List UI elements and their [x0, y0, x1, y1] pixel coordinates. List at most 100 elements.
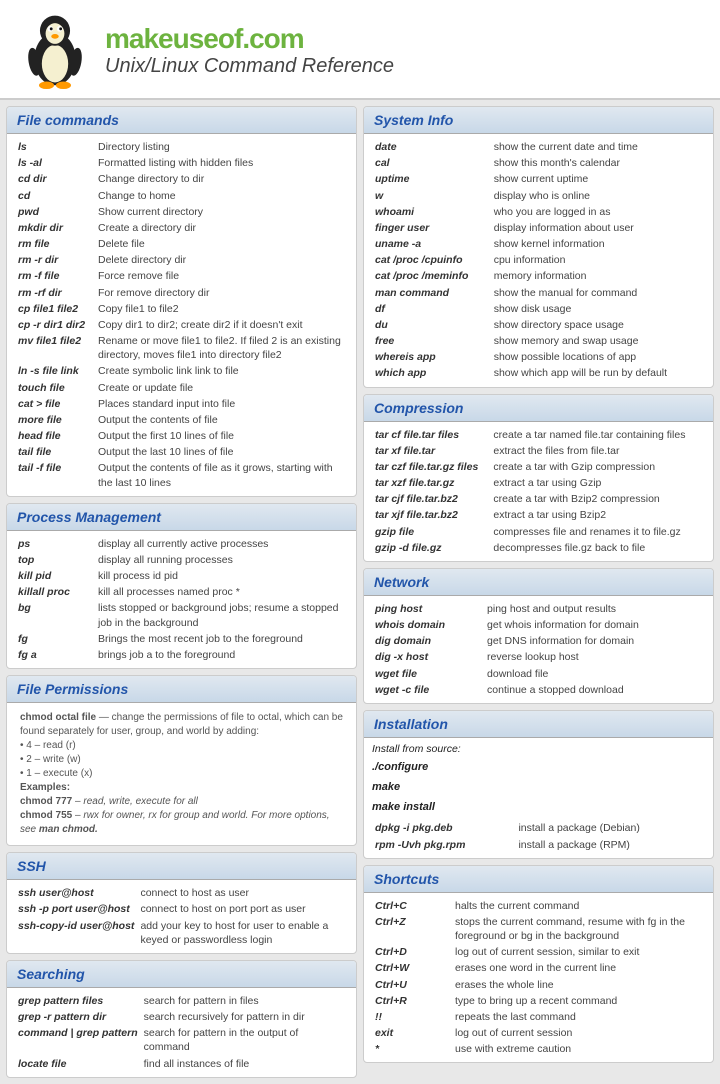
table-row: head fileOutput the first 10 lines of fi… [15, 428, 348, 444]
table-row: freeshow memory and swap usage [372, 333, 705, 349]
cmd-cell: tar cjf file.tar.bz2 [372, 491, 490, 507]
shortcuts-section: Shortcuts Ctrl+Chalts the current comman… [363, 865, 714, 1064]
cmd-cell: man command [372, 285, 491, 301]
system-info-body: dateshow the current date and timecalsho… [364, 134, 713, 387]
file-commands-section: File commands lsDirectory listingls -alF… [6, 106, 357, 497]
cmd-cell: cd dir [15, 171, 95, 187]
desc-cell: kill process id pid [95, 568, 348, 584]
searching-section: Searching grep pattern filessearch for p… [6, 960, 357, 1078]
cmd-cell: rm -f file [15, 268, 95, 284]
desc-cell: create a tar named file.tar containing f… [490, 427, 705, 443]
cmd-cell: rm file [15, 236, 95, 252]
cmd-cell: ps [15, 536, 95, 552]
logo-area [20, 10, 90, 90]
table-row: grep -r pattern dirsearch recursively fo… [15, 1009, 348, 1025]
table-row: rpm -Uvh pkg.rpminstall a package (RPM) [372, 837, 705, 853]
table-row: ssh -p port user@hostconnect to host on … [15, 901, 348, 917]
table-row: wdisplay who is online [372, 188, 705, 204]
tux-icon [20, 10, 90, 90]
cmd-cell: grep pattern files [15, 993, 141, 1009]
file-permissions-header: File Permissions [7, 676, 356, 703]
desc-cell: brings job a to the foreground [95, 647, 348, 663]
table-row: kill pidkill process id pid [15, 568, 348, 584]
table-row: *use with extreme caution [372, 1041, 705, 1057]
cmd-cell: locate file [15, 1056, 141, 1072]
cmd-cell: Ctrl+C [372, 898, 452, 914]
desc-cell: search recursively for pattern in dir [141, 1009, 348, 1025]
cmd-cell: whois domain [372, 617, 484, 633]
table-row: killall prockill all processes named pro… [15, 584, 348, 600]
desc-cell: extract a tar using Bzip2 [490, 507, 705, 523]
desc-cell: ping host and output results [484, 601, 705, 617]
desc-cell: download file [484, 666, 705, 682]
cmd-cell: du [372, 317, 491, 333]
table-row: ls -alFormatted listing with hidden file… [15, 155, 348, 171]
shortcuts-table: Ctrl+Chalts the current commandCtrl+Zsto… [372, 898, 705, 1058]
header-text: makeuseof.com Unix/Linux Command Referen… [105, 23, 700, 78]
desc-cell: display information about user [491, 220, 705, 236]
desc-cell: add your key to host for user to enable … [137, 918, 348, 948]
desc-cell: show kernel information [491, 236, 705, 252]
desc-cell: display who is online [491, 188, 705, 204]
cmd-cell: Ctrl+Z [372, 914, 452, 944]
compression-table: tar cf file.tar filescreate a tar named … [372, 427, 705, 556]
cmd-cell: rpm -Uvh pkg.rpm [372, 837, 515, 853]
desc-cell: continue a stopped download [484, 682, 705, 698]
table-row: tar xzf file.tar.gzextract a tar using G… [372, 475, 705, 491]
compression-header: Compression [364, 395, 713, 422]
desc-cell: Create or update file [95, 380, 348, 396]
desc-cell: kill all processes named proc * [95, 584, 348, 600]
cmd-cell: ls -al [15, 155, 95, 171]
desc-cell: show possible locations of app [491, 349, 705, 365]
table-row: grep pattern filessearch for pattern in … [15, 993, 348, 1009]
table-row: wget -c filecontinue a stopped download [372, 682, 705, 698]
cmd-cell: ssh-copy-id user@host [15, 918, 137, 948]
table-row: man commandshow the manual for command [372, 285, 705, 301]
brand-prefix: makeuse [105, 23, 218, 54]
process-management-section: Process Management psdisplay all current… [6, 503, 357, 669]
desc-cell: find all instances of file [141, 1056, 348, 1072]
network-body: ping hostping host and output resultswho… [364, 596, 713, 703]
table-row: cat /proc /cpuinfocpu information [372, 252, 705, 268]
main-content: File commands lsDirectory listingls -alF… [0, 100, 720, 1084]
table-row: rm -f fileForce remove file [15, 268, 348, 284]
cmd-cell: tail -f file [15, 460, 95, 490]
desc-cell: show the manual for command [491, 285, 705, 301]
table-row: cd dirChange directory to dir [15, 171, 348, 187]
cmd-cell: ls [15, 139, 95, 155]
network-table: ping hostping host and output resultswho… [372, 601, 705, 698]
desc-cell: create a tar with Gzip compression [490, 459, 705, 475]
desc-cell: who you are logged in as [491, 204, 705, 220]
header: makeuseof.com Unix/Linux Command Referen… [0, 0, 720, 100]
table-row: cat /proc /meminfomemory information [372, 268, 705, 284]
table-row: !!repeats the last command [372, 1009, 705, 1025]
desc-cell: memory information [491, 268, 705, 284]
desc-cell: Directory listing [95, 139, 348, 155]
table-row: pwdShow current directory [15, 204, 348, 220]
cmd-cell: head file [15, 428, 95, 444]
desc-cell: repeats the last command [452, 1009, 705, 1025]
table-row: ln -s file linkCreate symbolic link link… [15, 363, 348, 379]
ssh-header: SSH [7, 853, 356, 880]
cmd-cell: uptime [372, 171, 491, 187]
shortcuts-body: Ctrl+Chalts the current commandCtrl+Zsto… [364, 893, 713, 1063]
cmd-cell: Ctrl+D [372, 944, 452, 960]
brand-of: of [218, 23, 242, 54]
desc-cell: Delete directory dir [95, 252, 348, 268]
desc-cell: create a tar with Bzip2 compression [490, 491, 705, 507]
desc-cell: get DNS information for domain [484, 633, 705, 649]
desc-cell: search for pattern in files [141, 993, 348, 1009]
table-row: uname -ashow kernel information [372, 236, 705, 252]
table-row: tar xf file.tarextract the files from fi… [372, 443, 705, 459]
table-row: exitlog out of current session [372, 1025, 705, 1041]
desc-cell: display all running processes [95, 552, 348, 568]
cmd-cell: cat /proc /cpuinfo [372, 252, 491, 268]
table-row: gzip -d file.gzdecompresses file.gz back… [372, 540, 705, 556]
desc-cell: extract the files from file.tar [490, 443, 705, 459]
desc-cell: connect to host as user [137, 885, 348, 901]
table-row: gzip filecompresses file and renames it … [372, 524, 705, 540]
cmd-cell: tar czf file.tar.gz files [372, 459, 490, 475]
table-row: lsDirectory listing [15, 139, 348, 155]
table-row: topdisplay all running processes [15, 552, 348, 568]
table-row: dig -x hostreverse lookup host [372, 649, 705, 665]
